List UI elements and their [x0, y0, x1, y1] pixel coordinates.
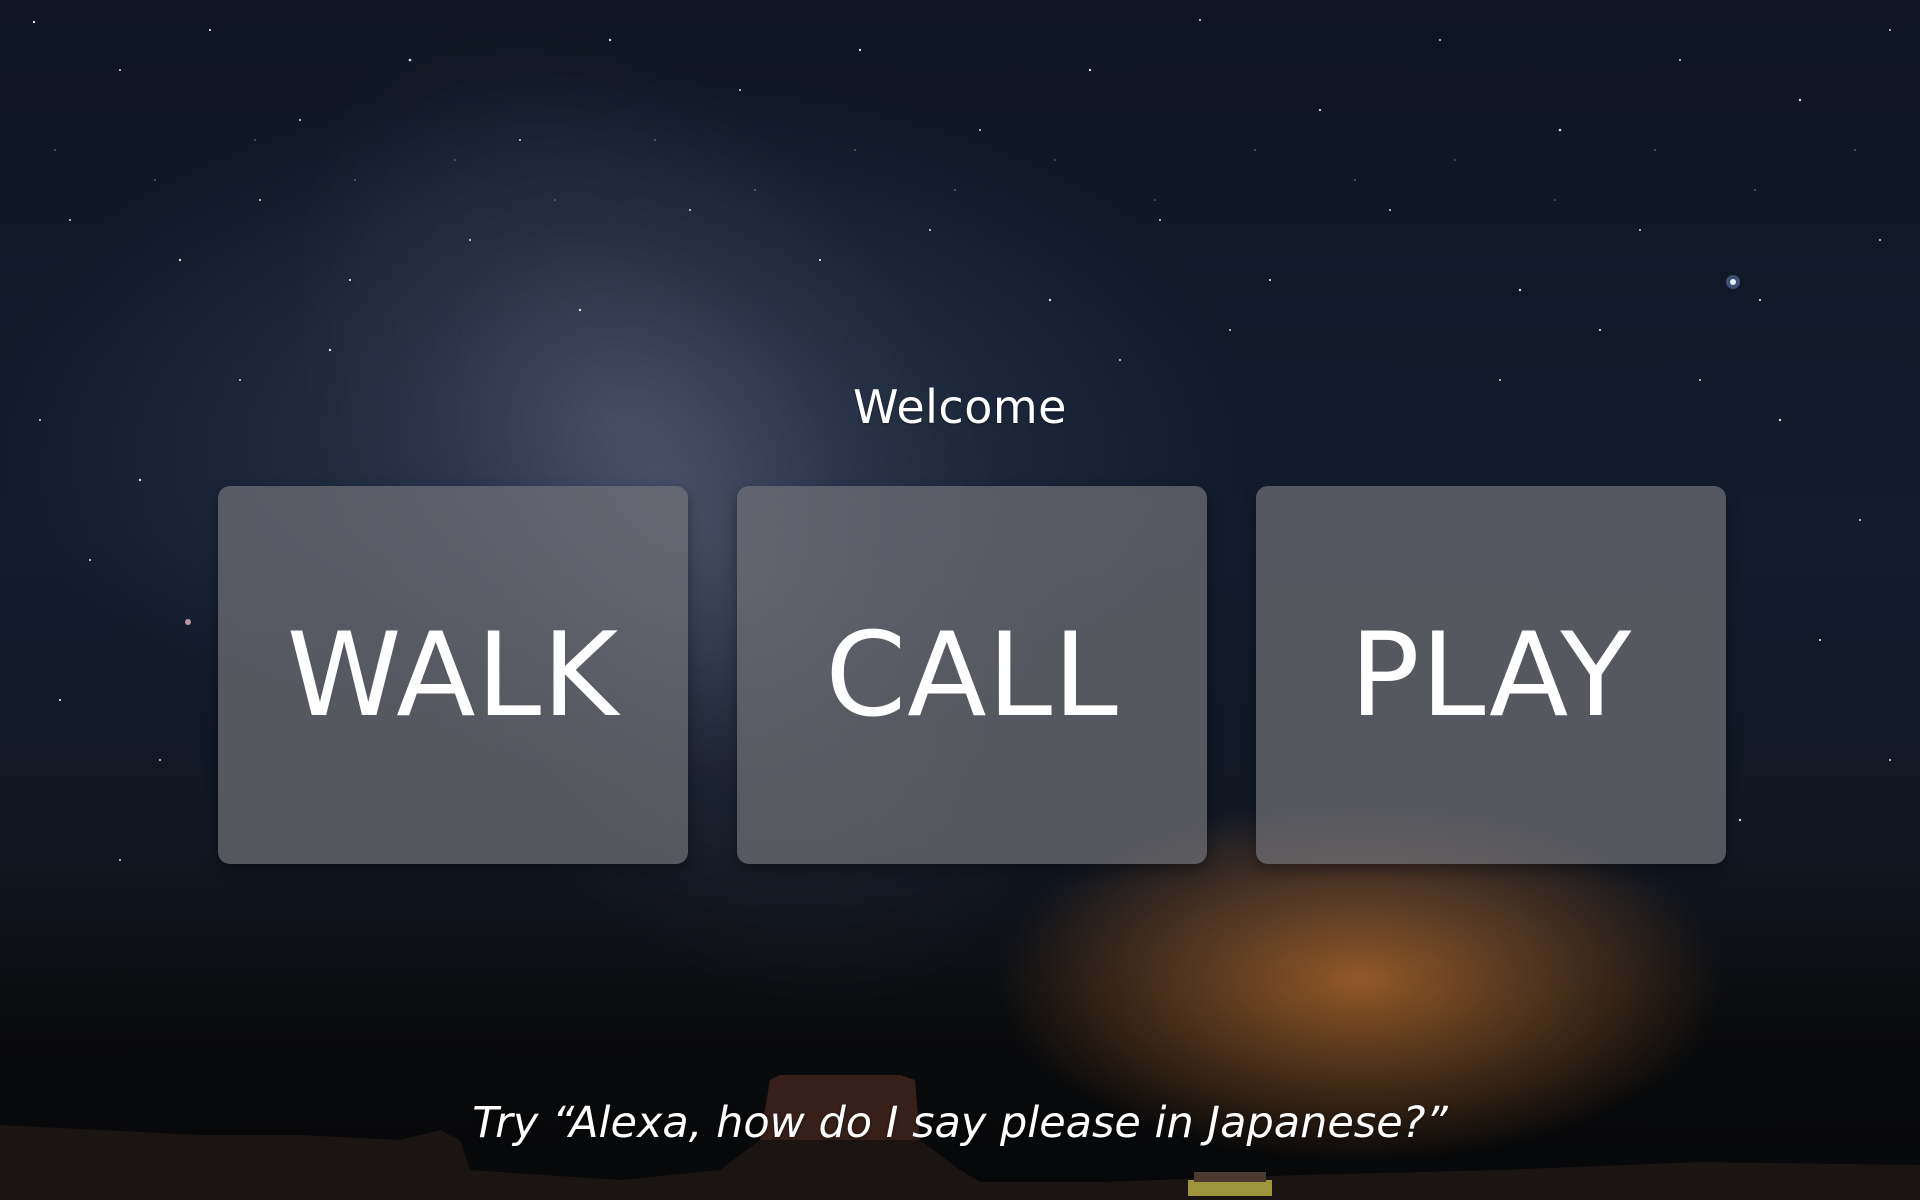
desert-horizon-silhouette	[0, 1075, 1920, 1200]
home-screen: Welcome WALK CALL PLAY Try “Alexa, how d…	[0, 0, 1920, 1200]
welcome-title: Welcome	[853, 380, 1067, 434]
voice-hint-text: Try “Alexa, how do I say please in Japan…	[472, 1098, 1448, 1148]
walk-tile[interactable]: WALK	[218, 486, 688, 864]
walk-tile-label: WALK	[286, 607, 620, 743]
call-tile[interactable]: CALL	[737, 486, 1207, 864]
call-tile-label: CALL	[825, 607, 1119, 743]
play-tile[interactable]: PLAY	[1256, 486, 1726, 864]
play-tile-label: PLAY	[1349, 607, 1633, 743]
